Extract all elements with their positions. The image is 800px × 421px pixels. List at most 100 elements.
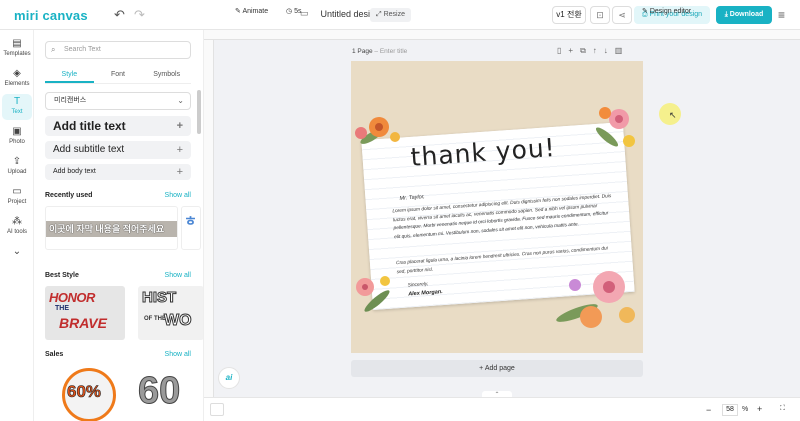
zoom-out-button[interactable]: −	[706, 405, 711, 415]
elements-icon: ◈	[13, 68, 21, 79]
download-button[interactable]: ⤓ Download	[716, 6, 772, 24]
design-editor-button[interactable]: ✎ Design editor	[642, 7, 691, 15]
top-bar: miri canvas ↶ ↷ ▭ Untitled design ⤢ Resi…	[0, 0, 800, 30]
redo-icon[interactable]: ↷	[134, 7, 145, 23]
animate-label: Animate	[242, 8, 269, 15]
rail-more-button[interactable]: ⌄	[2, 244, 32, 270]
rail-item-upload[interactable]: ⇪ Upload	[2, 154, 32, 180]
duration-label: 5s	[294, 8, 302, 15]
animate-button[interactable]: ✎ Animate	[235, 7, 268, 15]
card-heading[interactable]: thank you!	[410, 133, 557, 172]
sales-header: Sales Show all	[45, 351, 191, 358]
show-all-link[interactable]: Show all	[165, 192, 191, 199]
page-number: 1 Page	[352, 48, 373, 55]
design-editor-label: Design editor	[649, 8, 692, 15]
version-toggle-button[interactable]: v1 전환	[552, 6, 586, 24]
add-title-button[interactable]: Add title text +	[45, 116, 191, 136]
fullscreen-icon[interactable]: ⛶	[780, 405, 785, 413]
add-subtitle-label: Add subtitle text	[53, 144, 125, 155]
tab-style[interactable]: Style	[45, 68, 94, 83]
card-body-paragraph[interactable]: Lorem ipsum dolor sit amet, consectetur …	[392, 193, 616, 242]
font-select-value: 미리캔버스	[54, 97, 87, 104]
rail-label: AI tools	[6, 229, 27, 235]
panel-scrollbar[interactable]	[197, 90, 201, 134]
card-signature[interactable]: Alex Morgan.	[408, 289, 443, 297]
recent-style-thumb[interactable]: ㅎ	[181, 206, 201, 250]
page-title-input[interactable]: Enter title	[380, 48, 407, 55]
flower-decoration-bottom-left[interactable]	[351, 261, 407, 317]
duration-button[interactable]: ◷ 5s	[286, 7, 301, 15]
resize-button[interactable]: ⤢ Resize	[370, 8, 411, 22]
flower-decoration-bottom-right[interactable]	[547, 257, 643, 347]
mouse-cursor-icon: ↖	[669, 110, 677, 120]
font-select[interactable]: 미리캔버스 ⌄	[45, 92, 191, 110]
rail-item-text[interactable]: T Text	[2, 94, 32, 120]
ai-tools-icon: ⁂	[12, 216, 22, 227]
best-style-text: OF THE	[144, 316, 166, 322]
recent-style-thumb[interactable]: 이곳에 자막 내용을 적어주세요	[45, 206, 178, 250]
horizontal-ruler	[204, 30, 800, 40]
plus-icon: +	[479, 365, 484, 372]
add-page-button[interactable]: + Add page	[351, 360, 643, 377]
resize-label: Resize	[383, 11, 405, 18]
add-body-button[interactable]: Add body text +	[45, 164, 191, 180]
rail-label: Text	[11, 109, 23, 115]
sales-style-text: 60	[138, 370, 181, 413]
recent-style-sample: 이곳에 자막 내용을 적어주세요	[49, 224, 165, 234]
doc-title[interactable]: ▭ Untitled design	[300, 8, 380, 19]
rail-item-project[interactable]: ▭ Project	[2, 184, 32, 210]
zoom-in-button[interactable]: +	[757, 404, 762, 414]
resize-icon: ⤢	[376, 11, 382, 18]
chevron-down-icon: ⌄	[177, 96, 184, 105]
page-tools: ▯ + ⧉ ↑ ↓ ▥	[557, 46, 622, 56]
delete-icon[interactable]: ▥	[615, 46, 623, 56]
best-style-thumb[interactable]: HONOR THE BRAVE	[45, 286, 125, 340]
flower-decoration-top-left[interactable]	[351, 107, 411, 159]
search-input[interactable]: ⌕ Search Text	[45, 41, 191, 59]
rail-label: Project	[7, 199, 27, 205]
show-all-link[interactable]: Show all	[165, 272, 191, 279]
add-icon[interactable]: +	[568, 46, 573, 56]
sales-style-thumb[interactable]: 60	[138, 364, 203, 421]
add-subtitle-button[interactable]: Add subtitle text +	[45, 141, 191, 159]
zoom-unit: %	[742, 406, 749, 413]
section-title: Sales	[45, 351, 64, 358]
tab-symbols[interactable]: Symbols	[142, 68, 191, 83]
rail-label: Photo	[9, 139, 25, 145]
card-closing[interactable]: Sincerely,	[407, 282, 428, 288]
rail-item-elements[interactable]: ◈ Elements	[2, 66, 32, 92]
best-style-text: HONOR	[49, 290, 95, 305]
sales-style-thumb[interactable]: 60%	[45, 364, 133, 421]
note-icon[interactable]: ▯	[557, 46, 561, 56]
tab-font[interactable]: Font	[94, 68, 143, 83]
rail-item-photo[interactable]: ▣ Photo	[2, 124, 32, 150]
page-label: 1 Page – Enter title	[352, 48, 408, 55]
undo-icon[interactable]: ↶	[114, 7, 125, 23]
recent-style-fragment: ㅎ	[184, 213, 197, 229]
pencil-icon: ✎	[642, 8, 648, 15]
ai-assistant-button[interactable]: ai	[218, 367, 240, 389]
plus-icon: +	[176, 120, 183, 132]
share-icon[interactable]: ⋖	[612, 6, 632, 24]
chevron-down-icon: ⌄	[12, 246, 22, 257]
show-all-link[interactable]: Show all	[165, 351, 191, 358]
best-style-text: WO	[164, 312, 193, 330]
page-thumbnail-button[interactable]	[210, 403, 224, 416]
flower-decoration-top-right[interactable]	[587, 97, 643, 163]
recently-used-header: Recently used Show all	[45, 192, 191, 199]
rail-item-ai-tools[interactable]: ⁂ AI tools	[2, 214, 32, 240]
duplicate-icon[interactable]: ⧉	[580, 46, 586, 56]
move-up-icon[interactable]: ↑	[593, 46, 597, 56]
rail-label: Templates	[3, 51, 31, 57]
text-icon: T	[13, 96, 21, 107]
search-icon: ⌕	[51, 45, 56, 54]
save-status-icon[interactable]: ⊡	[590, 6, 610, 24]
best-style-thumb[interactable]: HIST OF THE WO	[138, 286, 203, 340]
card-salutation[interactable]: Mr. Taylor,	[399, 194, 425, 202]
logo[interactable]: miri canvas	[14, 8, 88, 23]
design-page[interactable]: thank you! Mr. Taylor, Lorem ipsum dolor…	[351, 61, 643, 353]
move-down-icon[interactable]: ↓	[604, 46, 608, 56]
zoom-input[interactable]: 58	[722, 404, 738, 416]
rail-item-templates[interactable]: ▤ Templates	[2, 36, 32, 62]
more-menu-icon[interactable]: ≡	[778, 8, 785, 22]
